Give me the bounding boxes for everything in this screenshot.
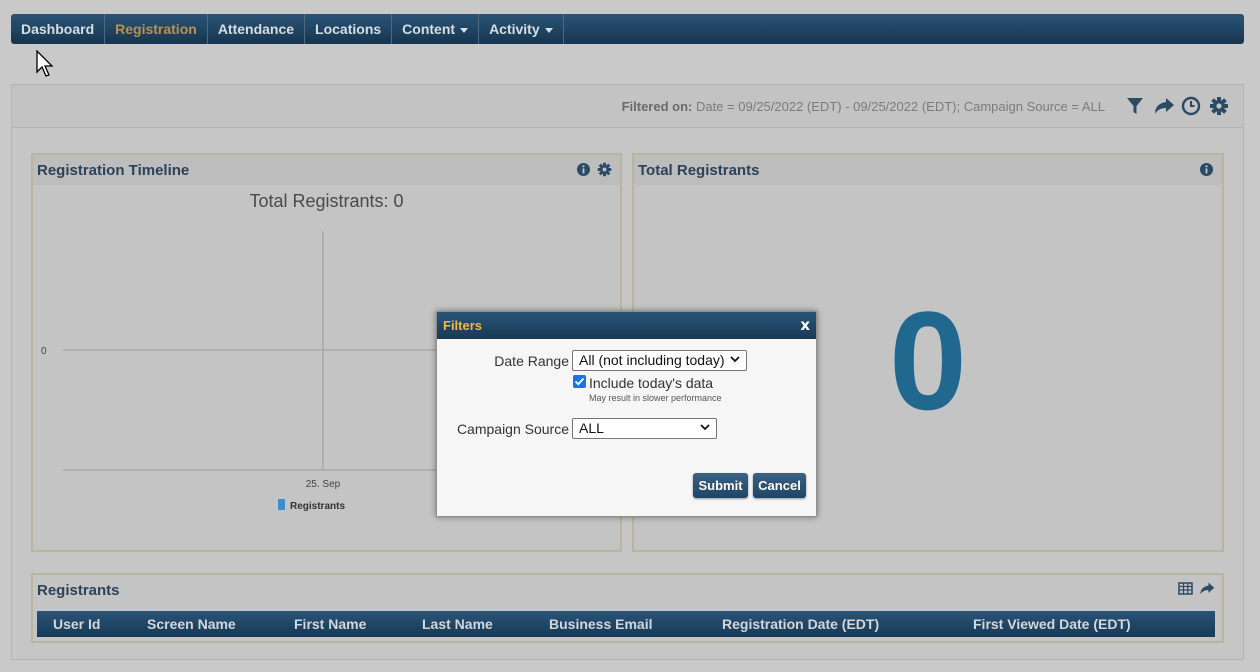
nav-item-attendance[interactable]: Attendance [208, 14, 306, 44]
dialog-title: Filters [443, 318, 483, 333]
date-range-label: Date Range [494, 353, 569, 369]
chevron-down-icon [730, 356, 740, 363]
nav-item-locations[interactable]: Locations [305, 14, 393, 44]
legend-swatch [278, 499, 285, 510]
campaign-source-label: Campaign Source [456, 421, 569, 437]
chevron-down-icon [460, 28, 469, 33]
nav-item-label: Attendance [217, 21, 295, 37]
campaign-source-value: ALL [579, 420, 604, 436]
filter-summary: Filtered on: Date = 09/25/2022 (EDT) - 0… [622, 99, 1105, 114]
nav-item-label: Registration [115, 21, 197, 37]
table-header-row: User Id Screen Name First Name Last Name… [37, 611, 1215, 637]
mouse-cursor-icon [36, 50, 54, 77]
cancel-button[interactable]: Cancel [753, 473, 806, 498]
nav-item-content[interactable]: Content [392, 14, 480, 44]
campaign-source-select[interactable]: ALL [572, 418, 717, 439]
filter-summary-value: Date = 09/25/2022 (EDT) - 09/25/2022 (ED… [695, 99, 1105, 114]
nav-item-label: Dashboard [21, 21, 95, 37]
checkmark-icon [574, 377, 585, 386]
nav-item-label: Locations [315, 21, 382, 37]
table-icon[interactable] [1178, 581, 1193, 596]
filter-bar: Filtered on: Date = 09/25/2022 (EDT) - 0… [11, 84, 1244, 128]
column-header-screen-name[interactable]: Screen Name [147, 616, 236, 632]
include-today-hint: May result in slower performance [589, 393, 722, 403]
nav-item-activity[interactable]: Activity [479, 14, 564, 44]
filter-summary-label: Filtered on: [621, 99, 693, 114]
panel-title: Total Registrants [638, 161, 760, 179]
column-header-business-email[interactable]: Business Email [549, 616, 653, 632]
nav-item-dashboard[interactable]: Dashboard [11, 14, 106, 44]
info-icon[interactable] [1199, 162, 1214, 177]
share-icon[interactable] [1199, 581, 1215, 596]
nav-item-label: Content [402, 21, 456, 37]
date-range-select[interactable]: All (not including today) [572, 350, 747, 371]
filters-dialog: Filters x Date Range All (not including … [436, 311, 817, 517]
close-icon[interactable]: x [800, 316, 810, 334]
legend-label[interactable]: Registrants [290, 501, 345, 512]
submit-button[interactable]: Submit [693, 473, 748, 498]
gear-icon[interactable] [1209, 95, 1229, 117]
date-range-value: All (not including today) [579, 352, 725, 368]
dialog-title-bar: Filters x [437, 312, 816, 339]
column-header-first-viewed-date[interactable]: First Viewed Date (EDT) [973, 616, 1131, 632]
chevron-down-icon [700, 424, 710, 431]
share-icon[interactable] [1153, 95, 1174, 117]
panel-header: Registrants [33, 575, 1222, 605]
column-header-first-name[interactable]: First Name [294, 616, 366, 632]
include-today-label[interactable]: Include today's data [589, 375, 713, 391]
panel-header: Total Registrants [634, 155, 1222, 185]
y-tick-label: 0 [41, 346, 47, 357]
top-nav: Dashboard Registration Attendance Locati… [11, 14, 1244, 44]
x-tick-label: 25. Sep [306, 479, 341, 490]
include-today-checkbox[interactable] [573, 375, 586, 388]
clock-icon[interactable] [1181, 95, 1201, 117]
registrants-panel: Registrants User Id Screen Name First Na… [31, 573, 1224, 643]
chevron-down-icon [544, 28, 553, 33]
nav-item-registration[interactable]: Registration [105, 14, 208, 44]
column-header-last-name[interactable]: Last Name [422, 616, 493, 632]
panel-title: Registrants [37, 581, 120, 599]
nav-item-label: Activity [489, 21, 540, 37]
column-header-user-id[interactable]: User Id [53, 616, 100, 632]
column-header-registration-date[interactable]: Registration Date (EDT) [722, 616, 879, 632]
filter-icon[interactable] [1125, 95, 1145, 117]
